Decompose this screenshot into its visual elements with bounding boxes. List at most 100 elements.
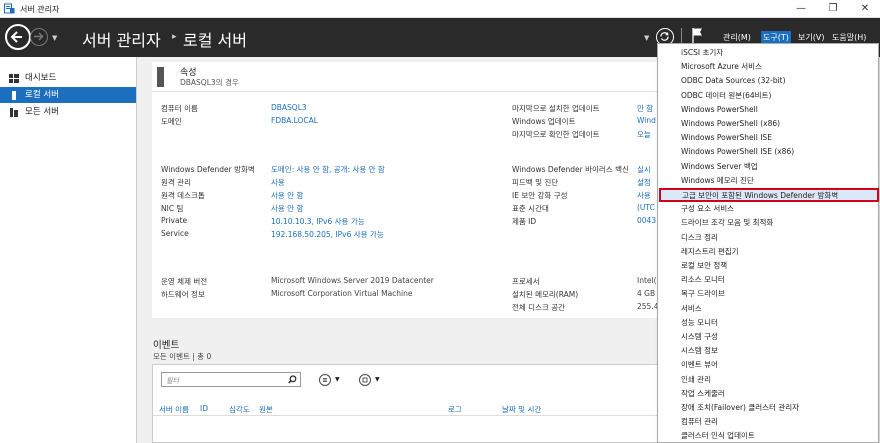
properties-header: 속성 DBASQL3의 경우	[152, 62, 742, 92]
breadcrumb-dropdown-icon[interactable]: ▼	[644, 34, 649, 42]
prop-value-link[interactable]: 사용 안 함	[271, 203, 303, 214]
prop-label: Service	[161, 229, 189, 238]
prop-label: 도메인	[161, 117, 182, 126]
filter-placeholder: 필터	[166, 377, 179, 385]
prop-label: 제품 ID	[512, 217, 537, 226]
tools-menu-item[interactable]: Windows PowerShell ISE (x86)	[658, 145, 878, 159]
sidebar-item-local-server[interactable]: 로컬 서버	[0, 87, 136, 103]
prop-label: 원격 데스크톱	[161, 191, 205, 200]
properties-marker	[157, 67, 164, 87]
column-header-source[interactable]: 원본	[259, 404, 273, 415]
prop-value: Microsoft Corporation Virtual Machine	[271, 289, 413, 298]
prop-label: 하드웨어 정보	[161, 290, 205, 299]
prop-label: Windows Defender 바이러스 백신	[512, 165, 629, 174]
tools-menu-item[interactable]: Windows 메모리 진단	[658, 174, 878, 188]
prop-value-link[interactable]: 사용 안 함	[271, 190, 303, 201]
sidebar-item-label: 로컬 서버	[25, 90, 59, 100]
column-header-divider	[153, 415, 741, 416]
tools-menu-item[interactable]: 디스크 정리	[658, 231, 878, 245]
column-header-id[interactable]: ID	[200, 404, 208, 413]
tools-menu-item[interactable]: 시스템 구성	[658, 330, 878, 344]
prop-label: 원격 관리	[161, 178, 191, 187]
column-header-severity[interactable]: 심각도	[229, 404, 250, 415]
tools-menu-item[interactable]: 클러스터 인식 업데이트	[658, 429, 878, 443]
tools-menu-item[interactable]: 서비스	[658, 302, 878, 316]
list-view-button[interactable]	[319, 374, 331, 386]
tools-menu-item[interactable]: 드라이브 조각 모음 및 최적화	[658, 216, 878, 230]
back-button[interactable]	[5, 24, 31, 50]
prop-value: Microsoft Windows Server 2019 Datacenter	[271, 276, 434, 285]
tools-menu-item[interactable]: 로컬 보안 정책	[658, 259, 878, 273]
tools-menu-item[interactable]: Windows PowerShell	[658, 103, 878, 117]
tools-menu-item[interactable]: Windows Server 백업	[658, 160, 878, 174]
server-icon	[12, 91, 16, 100]
tools-menu: iSCSI 초기자 Microsoft Azure 서비스 ODBC Data …	[657, 43, 879, 443]
prop-value-link[interactable]: 안 함	[637, 103, 653, 114]
prop-value: Intel(	[637, 276, 657, 285]
tools-menu-item[interactable]: 장애 조치(Failover) 클러스터 관리자	[658, 401, 878, 415]
server-manager-app-icon	[4, 3, 15, 14]
prop-value-link[interactable]: DBASQL3	[271, 103, 307, 112]
prop-value-link[interactable]: 오늘	[637, 129, 651, 140]
tools-menu-item[interactable]: 컴퓨터 관리	[658, 415, 878, 429]
sidebar-item-dashboard[interactable]: 대시보드	[0, 70, 136, 86]
tools-menu-item[interactable]: ODBC Data Sources (32-bit)	[658, 74, 878, 88]
prop-value-link[interactable]: 사용	[637, 190, 651, 201]
breadcrumb-separator-icon: ▸	[172, 32, 177, 42]
save-query-button[interactable]	[359, 374, 371, 386]
tools-menu-item[interactable]: 레지스트리 편집기	[658, 245, 878, 259]
prop-value-link[interactable]: Wind	[637, 116, 656, 125]
refresh-icon	[660, 32, 669, 41]
prop-label: 프로세서	[512, 277, 540, 286]
servers-icon	[10, 108, 18, 117]
prop-value-link[interactable]: 사용	[271, 177, 285, 188]
tools-menu-item[interactable]: ODBC 데이터 원본(64비트)	[658, 89, 878, 103]
breadcrumb-root[interactable]: 서버 관리자	[82, 27, 161, 51]
sidebar: 대시보드 로컬 서버 모든 서버	[0, 57, 137, 443]
tools-menu-item[interactable]: 인쇄 관리	[658, 373, 878, 387]
prop-value-link[interactable]: 10.10.10.3, IPv6 사용 가능	[271, 216, 365, 227]
sidebar-item-all-servers[interactable]: 모든 서버	[0, 104, 136, 120]
tools-menu-item[interactable]: Windows PowerShell ISE	[658, 131, 878, 145]
prop-value-link[interactable]: (UTC	[637, 203, 655, 212]
sidebar-item-label: 모든 서버	[25, 107, 59, 117]
prop-value: 4 GB	[637, 289, 656, 298]
prop-value-link[interactable]: 설정	[637, 177, 651, 188]
column-header-datetime[interactable]: 날짜 및 시간	[502, 404, 541, 415]
prop-label: Windows 업데이트	[512, 117, 576, 126]
tools-menu-item[interactable]: 이벤트 뷰어	[658, 358, 878, 372]
chevron-down-icon[interactable]: ▼	[335, 376, 340, 383]
prop-value-link[interactable]: 192.168.50.205, IPv6 사용 가능	[271, 229, 384, 240]
events-panel: 필터 ▼ ▼ 서버 이름 ID 심각도 원본 로그 날짜 및 시간	[152, 364, 742, 443]
tools-menu-item[interactable]: 작업 스케줄러	[658, 387, 878, 401]
prop-value-link[interactable]: 실시	[637, 164, 651, 175]
forward-button[interactable]	[30, 28, 48, 46]
events-filter-input[interactable]: 필터	[161, 372, 301, 387]
title-bar: 서버 관리자 — ❐ ✕	[0, 0, 880, 18]
tools-menu-item[interactable]: 시스템 정보	[658, 344, 878, 358]
minimize-button[interactable]: —	[786, 0, 816, 18]
tools-menu-item[interactable]: 복구 드라이브	[658, 287, 878, 301]
tools-menu-item[interactable]: 구성 요소 서비스	[658, 202, 878, 216]
tools-menu-item-highlighted[interactable]: 고급 보안이 포함된 Windows Defender 방화벽	[659, 188, 879, 203]
chevron-down-icon[interactable]: ▼	[375, 376, 380, 383]
tools-menu-item[interactable]: Windows PowerShell (x86)	[658, 117, 878, 131]
tools-menu-item[interactable]: 성능 모니터	[658, 316, 878, 330]
column-header-log[interactable]: 로그	[448, 404, 462, 415]
tools-menu-item[interactable]: 리소스 모니터	[658, 273, 878, 287]
list-options-icon	[323, 378, 327, 382]
tools-menu-item[interactable]: iSCSI 초기자	[658, 46, 878, 60]
tools-menu-item[interactable]: Microsoft Azure 서비스	[658, 60, 878, 74]
properties-subtitle: DBASQL3의 경우	[180, 78, 239, 87]
prop-value-link[interactable]: FDBA.LOCAL	[271, 116, 318, 125]
prop-label: NIC 팀	[161, 204, 184, 213]
maximize-button[interactable]: ❐	[818, 0, 848, 18]
properties-panel: 속성 DBASQL3의 경우 컴퓨터 이름 DBASQL3 도메인 FDBA.L…	[152, 62, 742, 318]
history-dropdown-icon[interactable]: ▼	[52, 34, 57, 42]
prop-value-link[interactable]: 도메인: 사용 안 함, 공개: 사용 안 함	[271, 164, 385, 175]
column-header-server-name[interactable]: 서버 이름	[159, 404, 189, 415]
window-title: 서버 관리자	[20, 5, 60, 14]
prop-label: 표준 시간대	[512, 204, 549, 213]
close-button[interactable]: ✕	[850, 0, 880, 18]
prop-value-link[interactable]: 0043	[637, 216, 656, 225]
